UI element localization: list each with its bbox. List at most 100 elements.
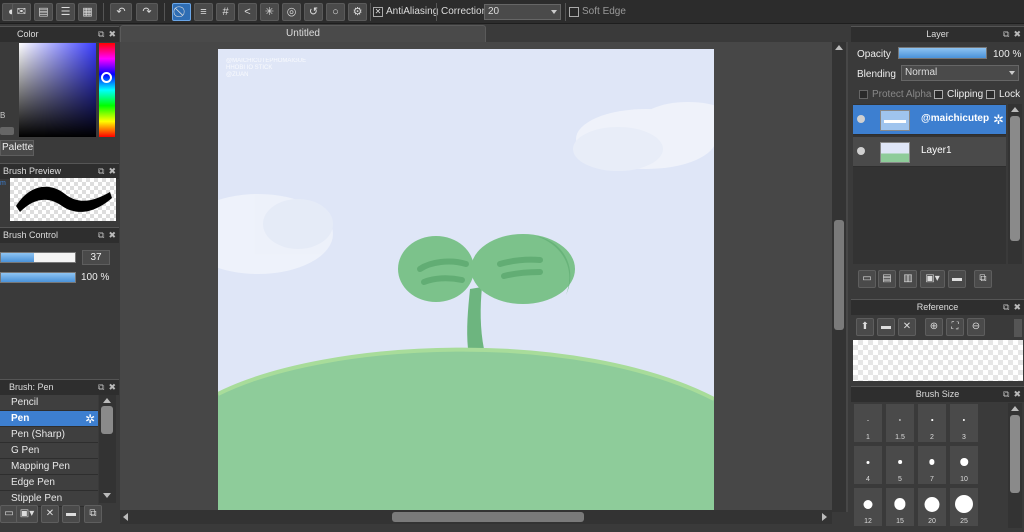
brush-size-cell[interactable]: 7 [917, 445, 947, 485]
hue-slider[interactable] [99, 43, 115, 137]
float-icon[interactable]: ⧉ [98, 29, 104, 39]
brush-size-cell[interactable]: 20 [917, 487, 947, 527]
duplicate-icon[interactable]: ⧉ [974, 270, 992, 288]
brush-size-cell[interactable]: 10 [949, 445, 979, 485]
comment-icon[interactable]: ✉ [12, 3, 31, 21]
brush-size-cell[interactable]: 12 [853, 487, 883, 527]
canvas-horizontal-thumb[interactable] [392, 512, 584, 522]
drawing-canvas[interactable]: @MAICHICUTEPHOMAIGUE HHOBI IO STICK @ZUA… [218, 49, 714, 510]
brush-size-cell[interactable]: 4 [853, 445, 883, 485]
folder-icon[interactable]: ▬ [62, 505, 80, 523]
radial-snap-icon[interactable]: ✳ [260, 3, 279, 21]
eye-icon[interactable] [857, 115, 865, 123]
gear-icon[interactable]: ✲ [993, 112, 1004, 128]
brush-item[interactable]: Pen (Sharp) [0, 427, 98, 443]
brush-size-scroll-thumb[interactable] [1010, 415, 1020, 493]
folder-icon[interactable]: ▬ [948, 270, 966, 288]
curve-snap-icon[interactable]: ↺ [304, 3, 323, 21]
brush-size-cell[interactable]: 25 [949, 487, 979, 527]
brush-size-cell[interactable]: 15 [885, 487, 915, 527]
hue-handle[interactable] [101, 72, 112, 83]
protect-alpha-checkbox[interactable] [859, 90, 868, 99]
brush-item[interactable]: Pen ✲ [0, 411, 98, 427]
new-1bit-layer-icon[interactable]: ▥ [899, 270, 917, 288]
open-folder-icon[interactable]: ▬ [877, 318, 895, 336]
document-icon[interactable]: ▤ [34, 3, 53, 21]
scroll-up-icon[interactable] [103, 398, 111, 403]
scroll-up-icon[interactable] [1011, 406, 1019, 411]
brush-size-scrollbar[interactable] [1008, 403, 1022, 528]
grid-snap-icon[interactable]: # [216, 3, 235, 21]
brush-size-cell[interactable]: 1.5 [885, 403, 915, 443]
layer-settings-icon[interactable]: ▦ [78, 3, 97, 21]
brush-size-value[interactable]: 37 [82, 250, 110, 265]
antialiasing-checkbox[interactable]: ✕ [373, 7, 383, 17]
zoom-in-icon[interactable]: ⊕ [925, 318, 943, 336]
blending-select[interactable]: Normal [901, 65, 1019, 81]
new-layer-icon[interactable]: ▭ [858, 270, 876, 288]
float-icon[interactable]: ⧉ [98, 382, 104, 392]
layer-list-scrollbar[interactable] [1008, 104, 1022, 264]
brush-item[interactable]: Mapping Pen [0, 459, 98, 475]
close-icon[interactable]: ✖ [1013, 389, 1021, 399]
brush-size-cell[interactable]: 5 [885, 445, 915, 485]
brush-list-scroll-thumb[interactable] [101, 406, 113, 434]
scroll-right-icon[interactable] [822, 513, 827, 521]
close-icon[interactable]: ✖ [108, 166, 116, 176]
float-icon[interactable]: ⧉ [98, 166, 104, 176]
list-icon[interactable]: ☰ [56, 3, 75, 21]
canvas-vertical-scrollbar[interactable] [832, 42, 846, 512]
scroll-left-icon[interactable] [123, 513, 128, 521]
snap-off-icon[interactable]: ⃠ [172, 3, 191, 21]
canvas-vertical-thumb[interactable] [834, 220, 844, 330]
color-mode-toggle[interactable] [0, 127, 14, 135]
scroll-up-icon[interactable] [835, 45, 843, 50]
lock-checkbox[interactable] [986, 90, 995, 99]
close-icon[interactable]: ✖ [1013, 29, 1021, 39]
brush-item[interactable]: Edge Pen [0, 475, 98, 491]
brush-size-cell[interactable]: 3 [949, 403, 979, 443]
palette-tab[interactable]: Palette [0, 140, 34, 156]
close-reference-icon[interactable]: ✕ [898, 318, 916, 336]
redo-icon[interactable]: ↷ [136, 3, 158, 21]
close-icon[interactable]: ✖ [108, 29, 116, 39]
color-saturation-square[interactable] [19, 43, 96, 137]
scroll-down-icon[interactable] [103, 493, 111, 498]
gear-icon[interactable]: ✲ [85, 411, 95, 426]
clipping-checkbox[interactable] [934, 90, 943, 99]
close-icon[interactable]: ✖ [108, 230, 116, 240]
snap-settings-icon[interactable]: ⚙ [348, 3, 367, 21]
add-layer-menu-icon[interactable]: ▣▾ [920, 270, 945, 288]
float-icon[interactable]: ⧉ [1003, 389, 1009, 399]
close-icon[interactable]: ✖ [108, 382, 116, 392]
concentric-snap-icon[interactable]: ◎ [282, 3, 301, 21]
undo-icon[interactable]: ↶ [110, 3, 132, 21]
correction-select[interactable]: 20 [484, 4, 561, 20]
layer-row[interactable]: Layer1 [853, 137, 1006, 167]
soft-edge-checkbox[interactable] [569, 7, 579, 17]
brush-size-cell[interactable]: 1 [853, 403, 883, 443]
new-halftone-layer-icon[interactable]: ▤ [878, 270, 896, 288]
scroll-up-icon[interactable] [1011, 107, 1019, 112]
parallel-snap-icon[interactable]: ≡ [194, 3, 213, 21]
float-icon[interactable]: ⧉ [1003, 302, 1009, 312]
brush-opacity-slider[interactable] [0, 272, 76, 283]
brush-item[interactable]: G Pen [0, 443, 98, 459]
zoom-out-icon[interactable]: ⊖ [967, 318, 985, 336]
eye-icon[interactable] [857, 147, 865, 155]
brush-size-cell[interactable]: 2 [917, 403, 947, 443]
float-icon[interactable]: ⧉ [98, 230, 104, 240]
brush-list-scrollbar[interactable] [99, 395, 116, 503]
perspective-snap-icon[interactable]: < [238, 3, 257, 21]
float-icon[interactable]: ⧉ [1003, 29, 1009, 39]
reference-scroll[interactable] [1014, 319, 1022, 337]
add-brush-menu-icon[interactable]: ▣▾ [16, 505, 38, 523]
upload-icon[interactable]: ⬆ [856, 318, 874, 336]
layer-row[interactable]: @maichicutep ✲ [853, 105, 1006, 135]
fit-icon[interactable]: ⛶ [946, 318, 964, 336]
reference-viewer[interactable] [853, 340, 1023, 381]
layer-opacity-slider[interactable] [898, 47, 987, 59]
brush-item[interactable]: Pencil [0, 395, 98, 411]
layer-list-scroll-thumb[interactable] [1010, 116, 1020, 241]
close-icon[interactable]: ✖ [1013, 302, 1021, 312]
